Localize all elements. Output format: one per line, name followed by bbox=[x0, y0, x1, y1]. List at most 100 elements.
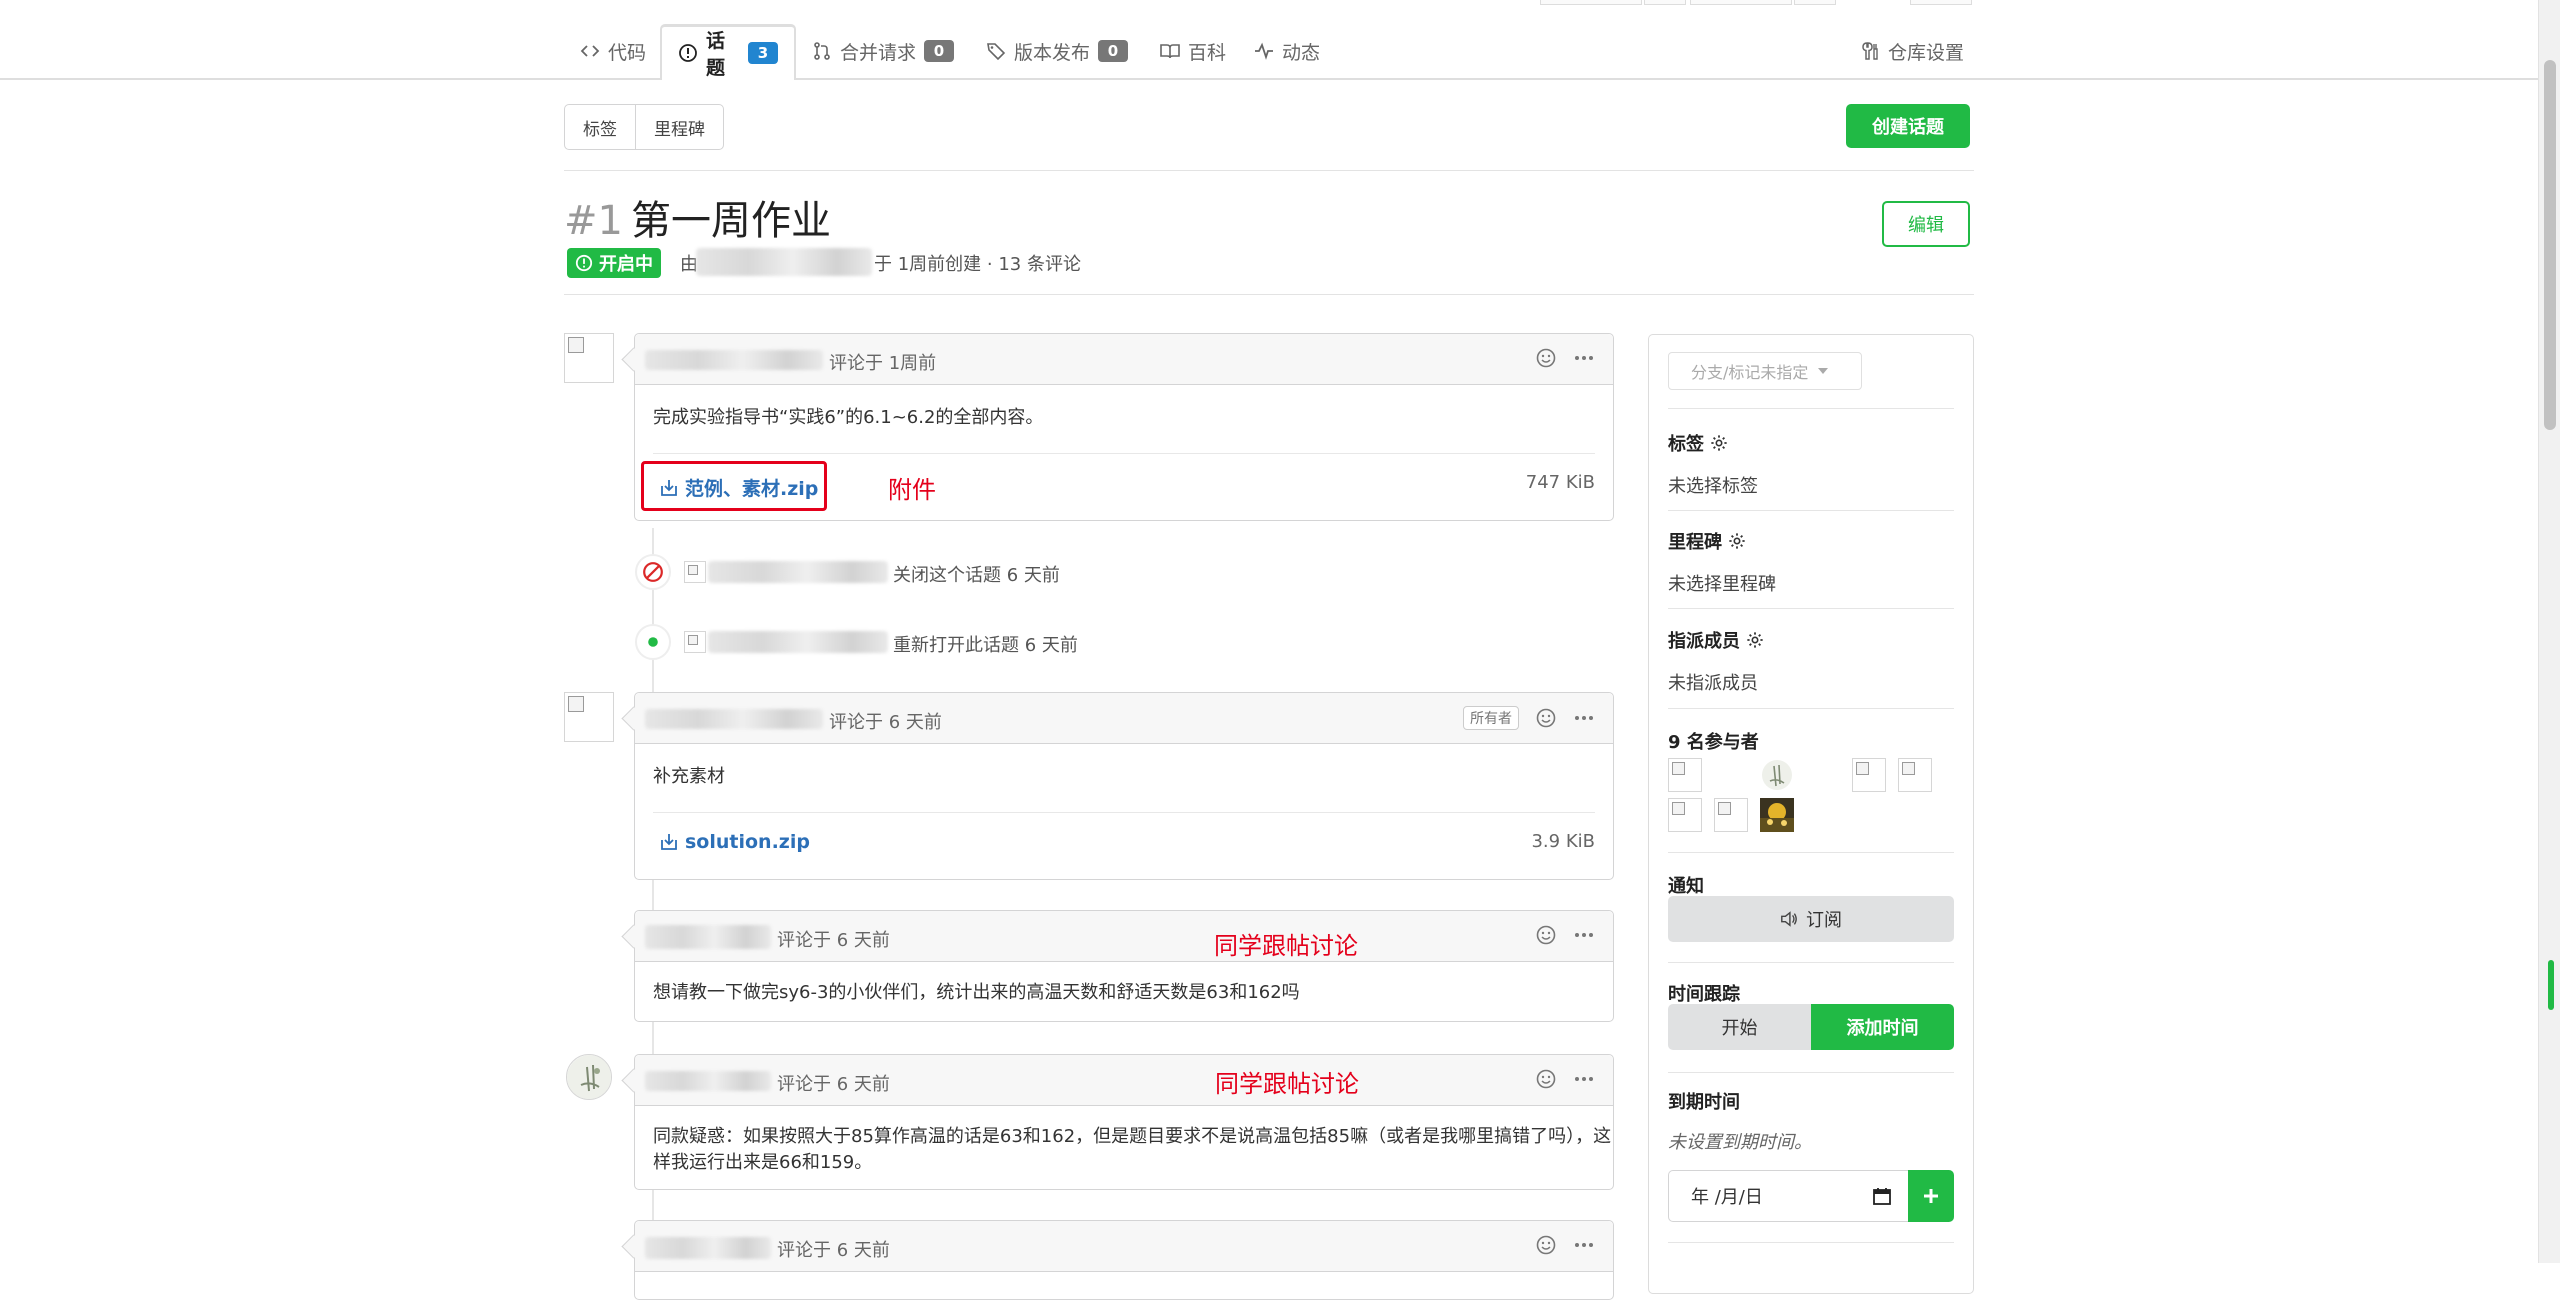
labels-heading[interactable]: 标签 bbox=[1668, 430, 1728, 456]
smiley-icon[interactable] bbox=[1535, 1234, 1557, 1256]
branch-selector-label: 分支/标记未指定 bbox=[1691, 363, 1809, 382]
issue-number: #1 bbox=[564, 198, 623, 244]
redacted-user-name[interactable] bbox=[708, 631, 888, 653]
tab-activity-label: 动态 bbox=[1282, 41, 1321, 64]
branch-selector[interactable]: 分支/标记未指定 bbox=[1668, 352, 1862, 390]
scrollbar-thumb[interactable] bbox=[2544, 60, 2556, 430]
smiley-icon[interactable] bbox=[1535, 707, 1557, 729]
sidebar-divider bbox=[1668, 408, 1954, 409]
assignees-heading[interactable]: 指派成员 bbox=[1668, 627, 1764, 653]
add-due-date-button[interactable] bbox=[1908, 1170, 1954, 1222]
redacted-commenter-name[interactable] bbox=[645, 1071, 771, 1091]
comment-avatar[interactable] bbox=[564, 692, 614, 742]
tab-code[interactable]: 代码 bbox=[580, 24, 646, 78]
header-button-fragment[interactable] bbox=[1794, 0, 1836, 5]
redacted-user-name[interactable] bbox=[708, 561, 888, 583]
assignees-title: 指派成员 bbox=[1668, 631, 1740, 652]
comment-header: 评论于 6 天前 bbox=[635, 1055, 1613, 1106]
tools-icon bbox=[1860, 41, 1880, 61]
event-avatar[interactable] bbox=[684, 561, 706, 583]
broken-image-icon bbox=[1718, 802, 1731, 815]
broken-image-icon bbox=[1902, 762, 1915, 775]
tab-wiki[interactable]: 百科 bbox=[1160, 24, 1226, 78]
kebab-horizontal-icon[interactable] bbox=[1573, 347, 1595, 369]
tab-repo-settings[interactable]: 仓库设置 bbox=[1860, 24, 1964, 78]
header-button-fragment[interactable] bbox=[1540, 0, 1642, 5]
redacted-commenter-name[interactable] bbox=[645, 350, 823, 370]
tab-releases[interactable]: 版本发布 0 bbox=[986, 24, 1129, 78]
annotation-label: 同学跟帖讨论 bbox=[1215, 1070, 1359, 1098]
sidebar-divider bbox=[1668, 962, 1954, 963]
event-closed-dot bbox=[635, 554, 671, 590]
smiley-icon[interactable] bbox=[1535, 924, 1557, 946]
annotation-label: 同学跟帖讨论 bbox=[1214, 932, 1358, 960]
comment-time: 评论于 6 天前 bbox=[829, 712, 942, 733]
tab-issues-label: 话题 bbox=[706, 29, 726, 79]
issue-opened-icon bbox=[678, 43, 698, 63]
new-issue-button[interactable]: 创建话题 bbox=[1846, 104, 1970, 148]
issue-opened-icon bbox=[575, 254, 593, 272]
milestone-title: 里程碑 bbox=[1668, 532, 1722, 553]
redacted-commenter-name[interactable] bbox=[645, 925, 771, 949]
participant-avatar[interactable] bbox=[1760, 798, 1794, 832]
participant-avatar[interactable] bbox=[1852, 758, 1886, 792]
header-button-fragment[interactable] bbox=[1690, 0, 1792, 5]
owner-badge: 所有者 bbox=[1463, 706, 1519, 730]
broken-image-icon bbox=[688, 635, 698, 645]
kebab-horizontal-icon[interactable] bbox=[1573, 1068, 1595, 1090]
broken-image-icon bbox=[1856, 762, 1869, 775]
gear-icon[interactable] bbox=[1746, 631, 1764, 649]
sidebar-divider bbox=[1668, 852, 1954, 853]
smiley-icon[interactable] bbox=[1535, 1068, 1557, 1090]
broken-image-icon bbox=[568, 696, 584, 712]
tab-pull-requests[interactable]: 合并请求 0 bbox=[812, 24, 955, 78]
add-time-button[interactable]: 添加时间 bbox=[1811, 1004, 1954, 1050]
participant-avatar[interactable] bbox=[1668, 798, 1702, 832]
comment-avatar[interactable] bbox=[564, 333, 614, 383]
participant-avatar[interactable] bbox=[1714, 798, 1748, 832]
redacted-commenter-name[interactable] bbox=[645, 709, 823, 729]
edit-issue-button[interactable]: 编辑 bbox=[1882, 201, 1970, 247]
smiley-icon[interactable] bbox=[1535, 347, 1557, 369]
event-reopened-dot bbox=[635, 624, 671, 660]
sidebar-divider bbox=[1668, 1072, 1954, 1073]
kebab-horizontal-icon[interactable] bbox=[1573, 924, 1595, 946]
participant-avatar[interactable] bbox=[1898, 758, 1932, 792]
subscribe-button[interactable]: 订阅 bbox=[1668, 896, 1954, 942]
comment-text-line1: 同款疑惑：如果按照大于85算作高温的话是63和162，但是题目要求不是说高温包括… bbox=[653, 1126, 1612, 1147]
gear-icon[interactable] bbox=[1710, 434, 1728, 452]
event-avatar[interactable] bbox=[684, 631, 706, 653]
download-icon bbox=[659, 832, 679, 852]
milestone-heading[interactable]: 里程碑 bbox=[1668, 528, 1746, 554]
start-timer-button[interactable]: 开始 bbox=[1668, 1004, 1811, 1050]
header-button-fragment[interactable] bbox=[1910, 0, 1972, 5]
attachment-link[interactable]: solution.zip bbox=[659, 831, 810, 853]
tab-repo-settings-label: 仓库设置 bbox=[1888, 41, 1965, 64]
header-button-fragment[interactable] bbox=[1644, 0, 1686, 5]
issue-title: #1 第一周作业 bbox=[564, 188, 831, 246]
comment-header: 评论于 1周前 bbox=[635, 334, 1613, 385]
tab-issues[interactable]: 话题 3 bbox=[660, 24, 796, 81]
redacted-author-name[interactable] bbox=[696, 248, 872, 276]
redacted-commenter-name[interactable] bbox=[645, 1237, 771, 1259]
tab-activity[interactable]: 动态 bbox=[1254, 24, 1320, 78]
due-date-input[interactable]: 年 /月/日 bbox=[1668, 1170, 1908, 1222]
comment-time: 评论于 1周前 bbox=[829, 353, 937, 374]
comment-card: 评论于 6 天前 所有者 补充素材 solution.zip 3.9 KiB bbox=[621, 692, 1614, 880]
kebab-horizontal-icon[interactable] bbox=[1573, 1234, 1595, 1256]
primitive-dot-icon bbox=[645, 634, 661, 650]
kebab-horizontal-icon[interactable] bbox=[1573, 707, 1595, 729]
participant-avatar[interactable] bbox=[1760, 758, 1794, 792]
milestones-button[interactable]: 里程碑 bbox=[635, 105, 723, 149]
gear-icon[interactable] bbox=[1728, 532, 1746, 550]
tag-icon bbox=[986, 41, 1006, 61]
calendar-icon[interactable] bbox=[1872, 1186, 1892, 1206]
code-icon bbox=[580, 41, 600, 61]
participant-avatar[interactable] bbox=[1668, 758, 1702, 792]
comment-avatar[interactable] bbox=[566, 1054, 612, 1100]
comment-time: 评论于 6 天前 bbox=[777, 1074, 890, 1095]
assignees-value: 未指派成员 bbox=[1668, 673, 1758, 694]
tab-pull-requests-label: 合并请求 bbox=[840, 41, 917, 64]
comment-text-line2: 样我运行出来是66和159。 bbox=[653, 1152, 873, 1173]
labels-button[interactable]: 标签 bbox=[565, 105, 635, 149]
